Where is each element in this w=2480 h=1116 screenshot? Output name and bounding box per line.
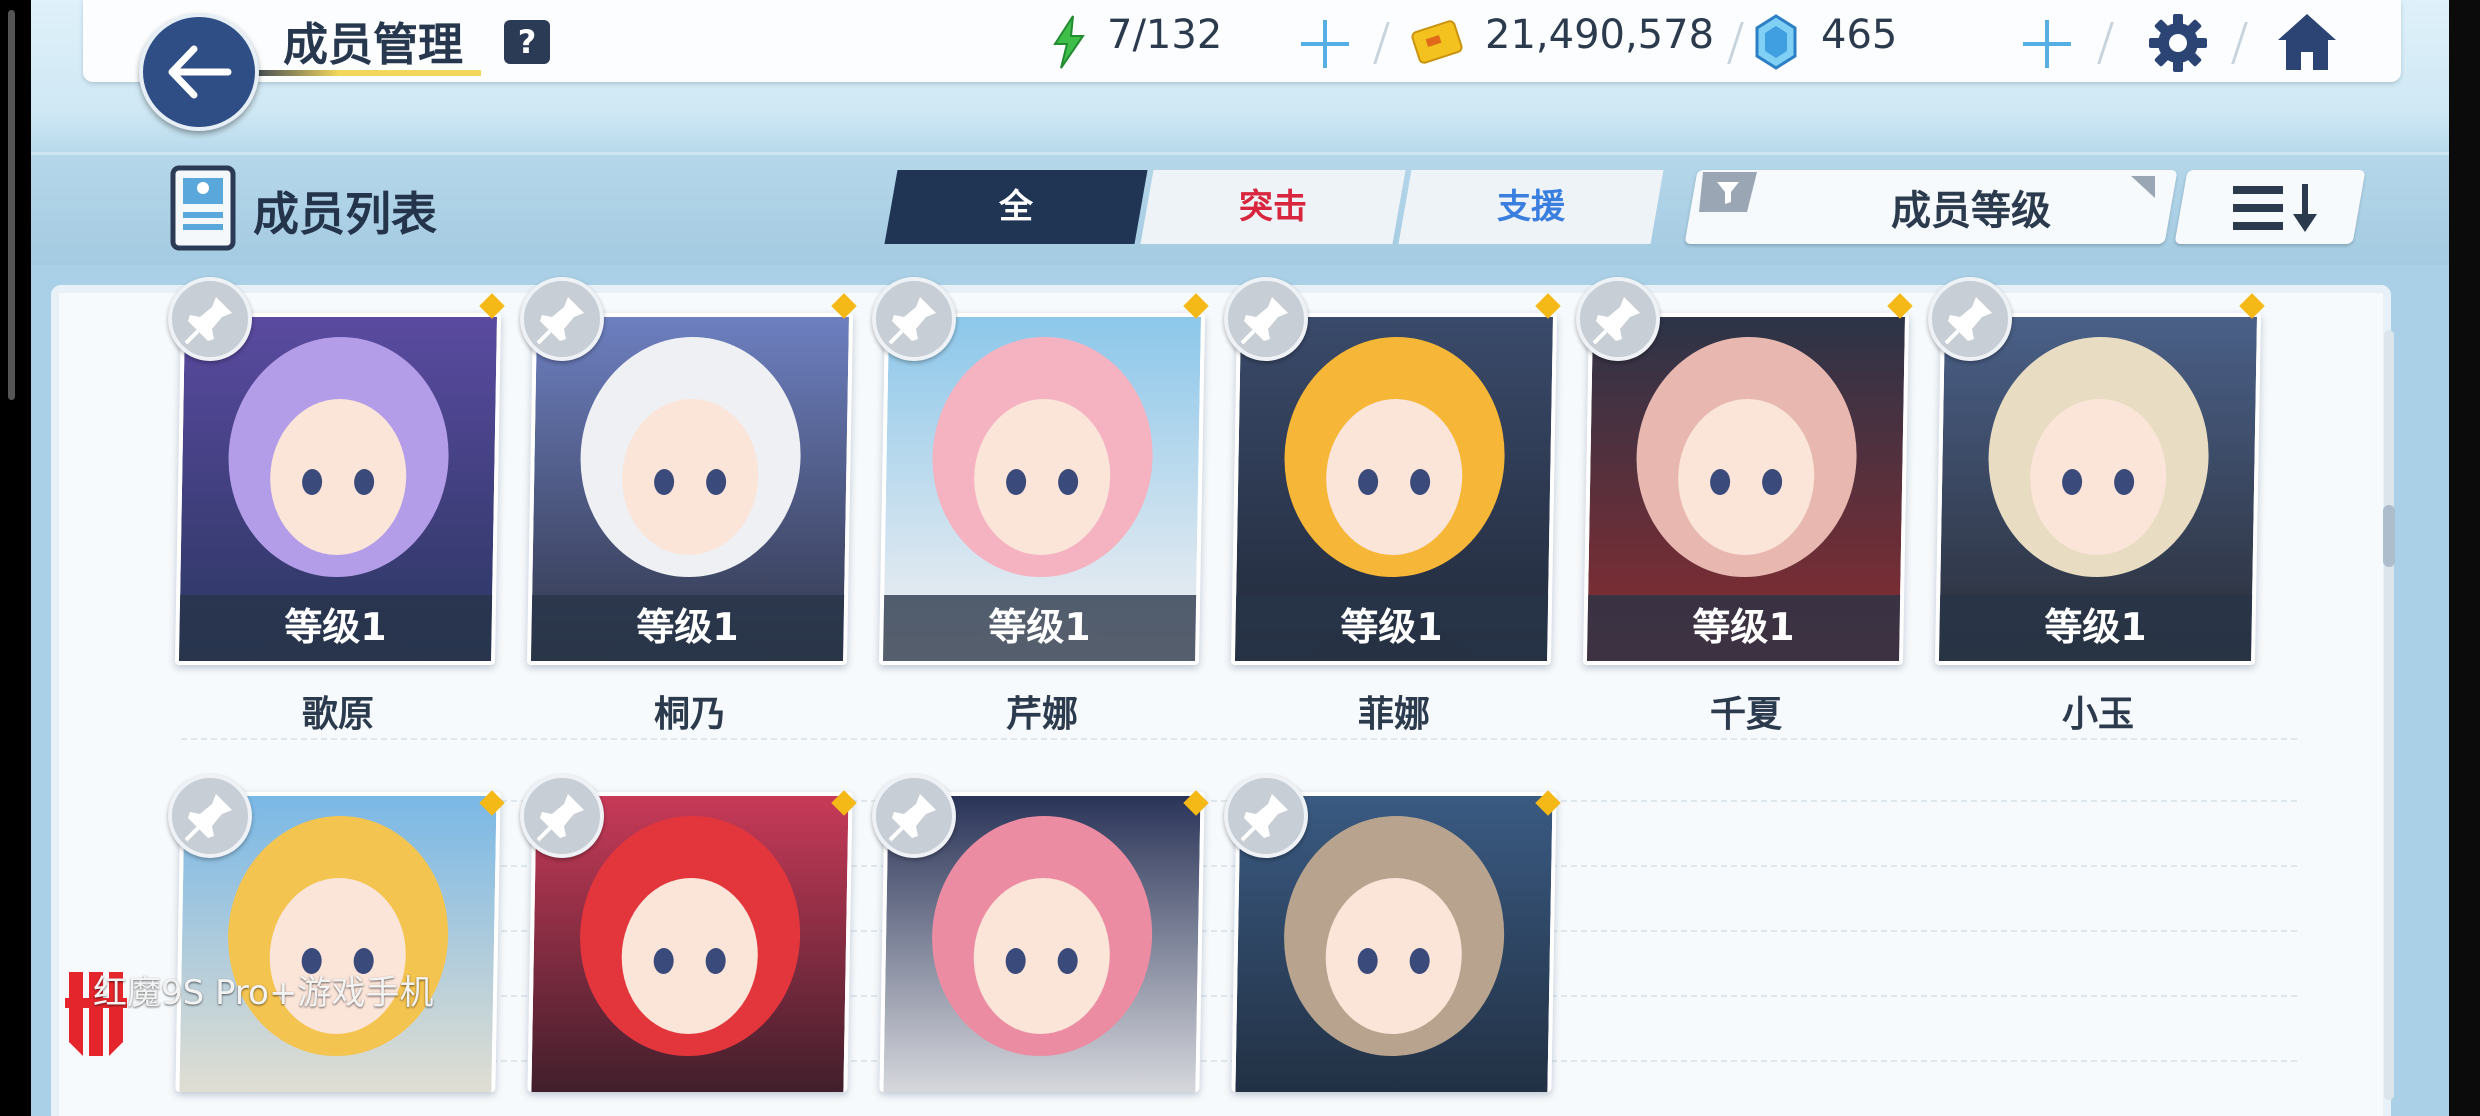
pin-icon[interactable] (872, 277, 956, 361)
member-card[interactable]: 等级1 (174, 313, 502, 665)
game-screen: 成员管理 ? 7/132 21,490,578 465 成员列表 全 突击 支援… (31, 0, 2449, 1116)
member-level: 等级1 (882, 595, 1197, 661)
member-level: 等级1 (178, 595, 493, 661)
member-name: 菲娜 (1357, 694, 1430, 735)
row-divider (181, 738, 2301, 740)
gems-value: 465 (1821, 12, 1898, 58)
sort-descending-icon (2233, 184, 2317, 232)
pushpin-icon (184, 794, 232, 842)
member-name: 芹娜 (1005, 694, 1078, 735)
stamina-icon (1053, 15, 1085, 69)
pushpin-icon (1944, 297, 1992, 345)
pin-icon[interactable] (168, 774, 252, 858)
pin-icon[interactable] (168, 277, 252, 361)
device-watermark: 红魔9S Pro+游戏手机 (93, 973, 434, 1013)
pushpin-icon (888, 794, 936, 842)
member-card[interactable]: 等级1 (1934, 313, 2262, 665)
pushpin-icon (184, 297, 232, 345)
tab-all[interactable]: 全 (884, 170, 1148, 244)
home-icon[interactable] (2274, 10, 2340, 74)
member-card[interactable]: 等级1 (1230, 313, 1558, 665)
dropdown-corner-icon (2131, 176, 2155, 198)
tab-label: 支援 (1497, 187, 1565, 227)
tab-label: 突击 (1239, 187, 1307, 227)
member-name: 歌原 (301, 694, 374, 735)
credit-card-icon (1411, 20, 1463, 64)
add-stamina-button[interactable] (1299, 18, 1351, 70)
member-level: 等级1 (1234, 595, 1549, 661)
member-level: 等级1 (1586, 595, 1901, 661)
pin-icon[interactable] (1224, 277, 1308, 361)
member-card[interactable]: 等级1 (878, 313, 1206, 665)
member-level: 等级1 (530, 595, 845, 661)
member-level: 等级1 (1938, 595, 2253, 661)
pushpin-icon (888, 297, 936, 345)
edge-handle (8, 10, 15, 400)
pin-icon[interactable] (1576, 277, 1660, 361)
pin-icon[interactable] (520, 774, 604, 858)
pin-icon[interactable] (520, 277, 604, 361)
back-button[interactable] (139, 13, 259, 131)
stamina-value: 7/132 (1107, 12, 1223, 58)
pushpin-icon (536, 794, 584, 842)
filter-icon (1699, 172, 1757, 212)
scrollbar-thumb[interactable] (2383, 505, 2395, 567)
tab-support[interactable]: 支援 (1398, 170, 1664, 244)
tab-assault[interactable]: 突击 (1140, 170, 1406, 244)
member-card[interactable]: 等级1 (526, 313, 854, 665)
member-card-icon (170, 165, 236, 251)
scrollbar-track[interactable] (2384, 330, 2394, 1100)
tab-label: 全 (999, 187, 1033, 227)
pushpin-icon (1592, 297, 1640, 345)
section-title: 成员列表 (253, 187, 437, 241)
device-edge (0, 0, 31, 1116)
pin-icon[interactable] (1928, 277, 2012, 361)
pushpin-icon (1240, 794, 1288, 842)
arrow-left-icon (168, 45, 232, 99)
gear-icon[interactable] (2147, 12, 2209, 74)
page-title: 成员管理 (283, 18, 464, 71)
member-name: 千夏 (1709, 694, 1782, 735)
pin-icon[interactable] (1224, 774, 1308, 858)
sort-label: 成员等级 (1891, 188, 2051, 234)
pushpin-icon (1240, 297, 1288, 345)
pushpin-icon (536, 297, 584, 345)
pin-icon[interactable] (872, 774, 956, 858)
add-gems-button[interactable] (2021, 18, 2073, 70)
gem-icon (1755, 14, 1797, 70)
member-name: 桐乃 (653, 694, 726, 735)
help-button[interactable]: ? (504, 20, 550, 64)
member-card[interactable]: 等级1 (1582, 313, 1910, 665)
member-name: 小玉 (2061, 694, 2134, 735)
credits-value: 21,490,578 (1485, 12, 1715, 58)
